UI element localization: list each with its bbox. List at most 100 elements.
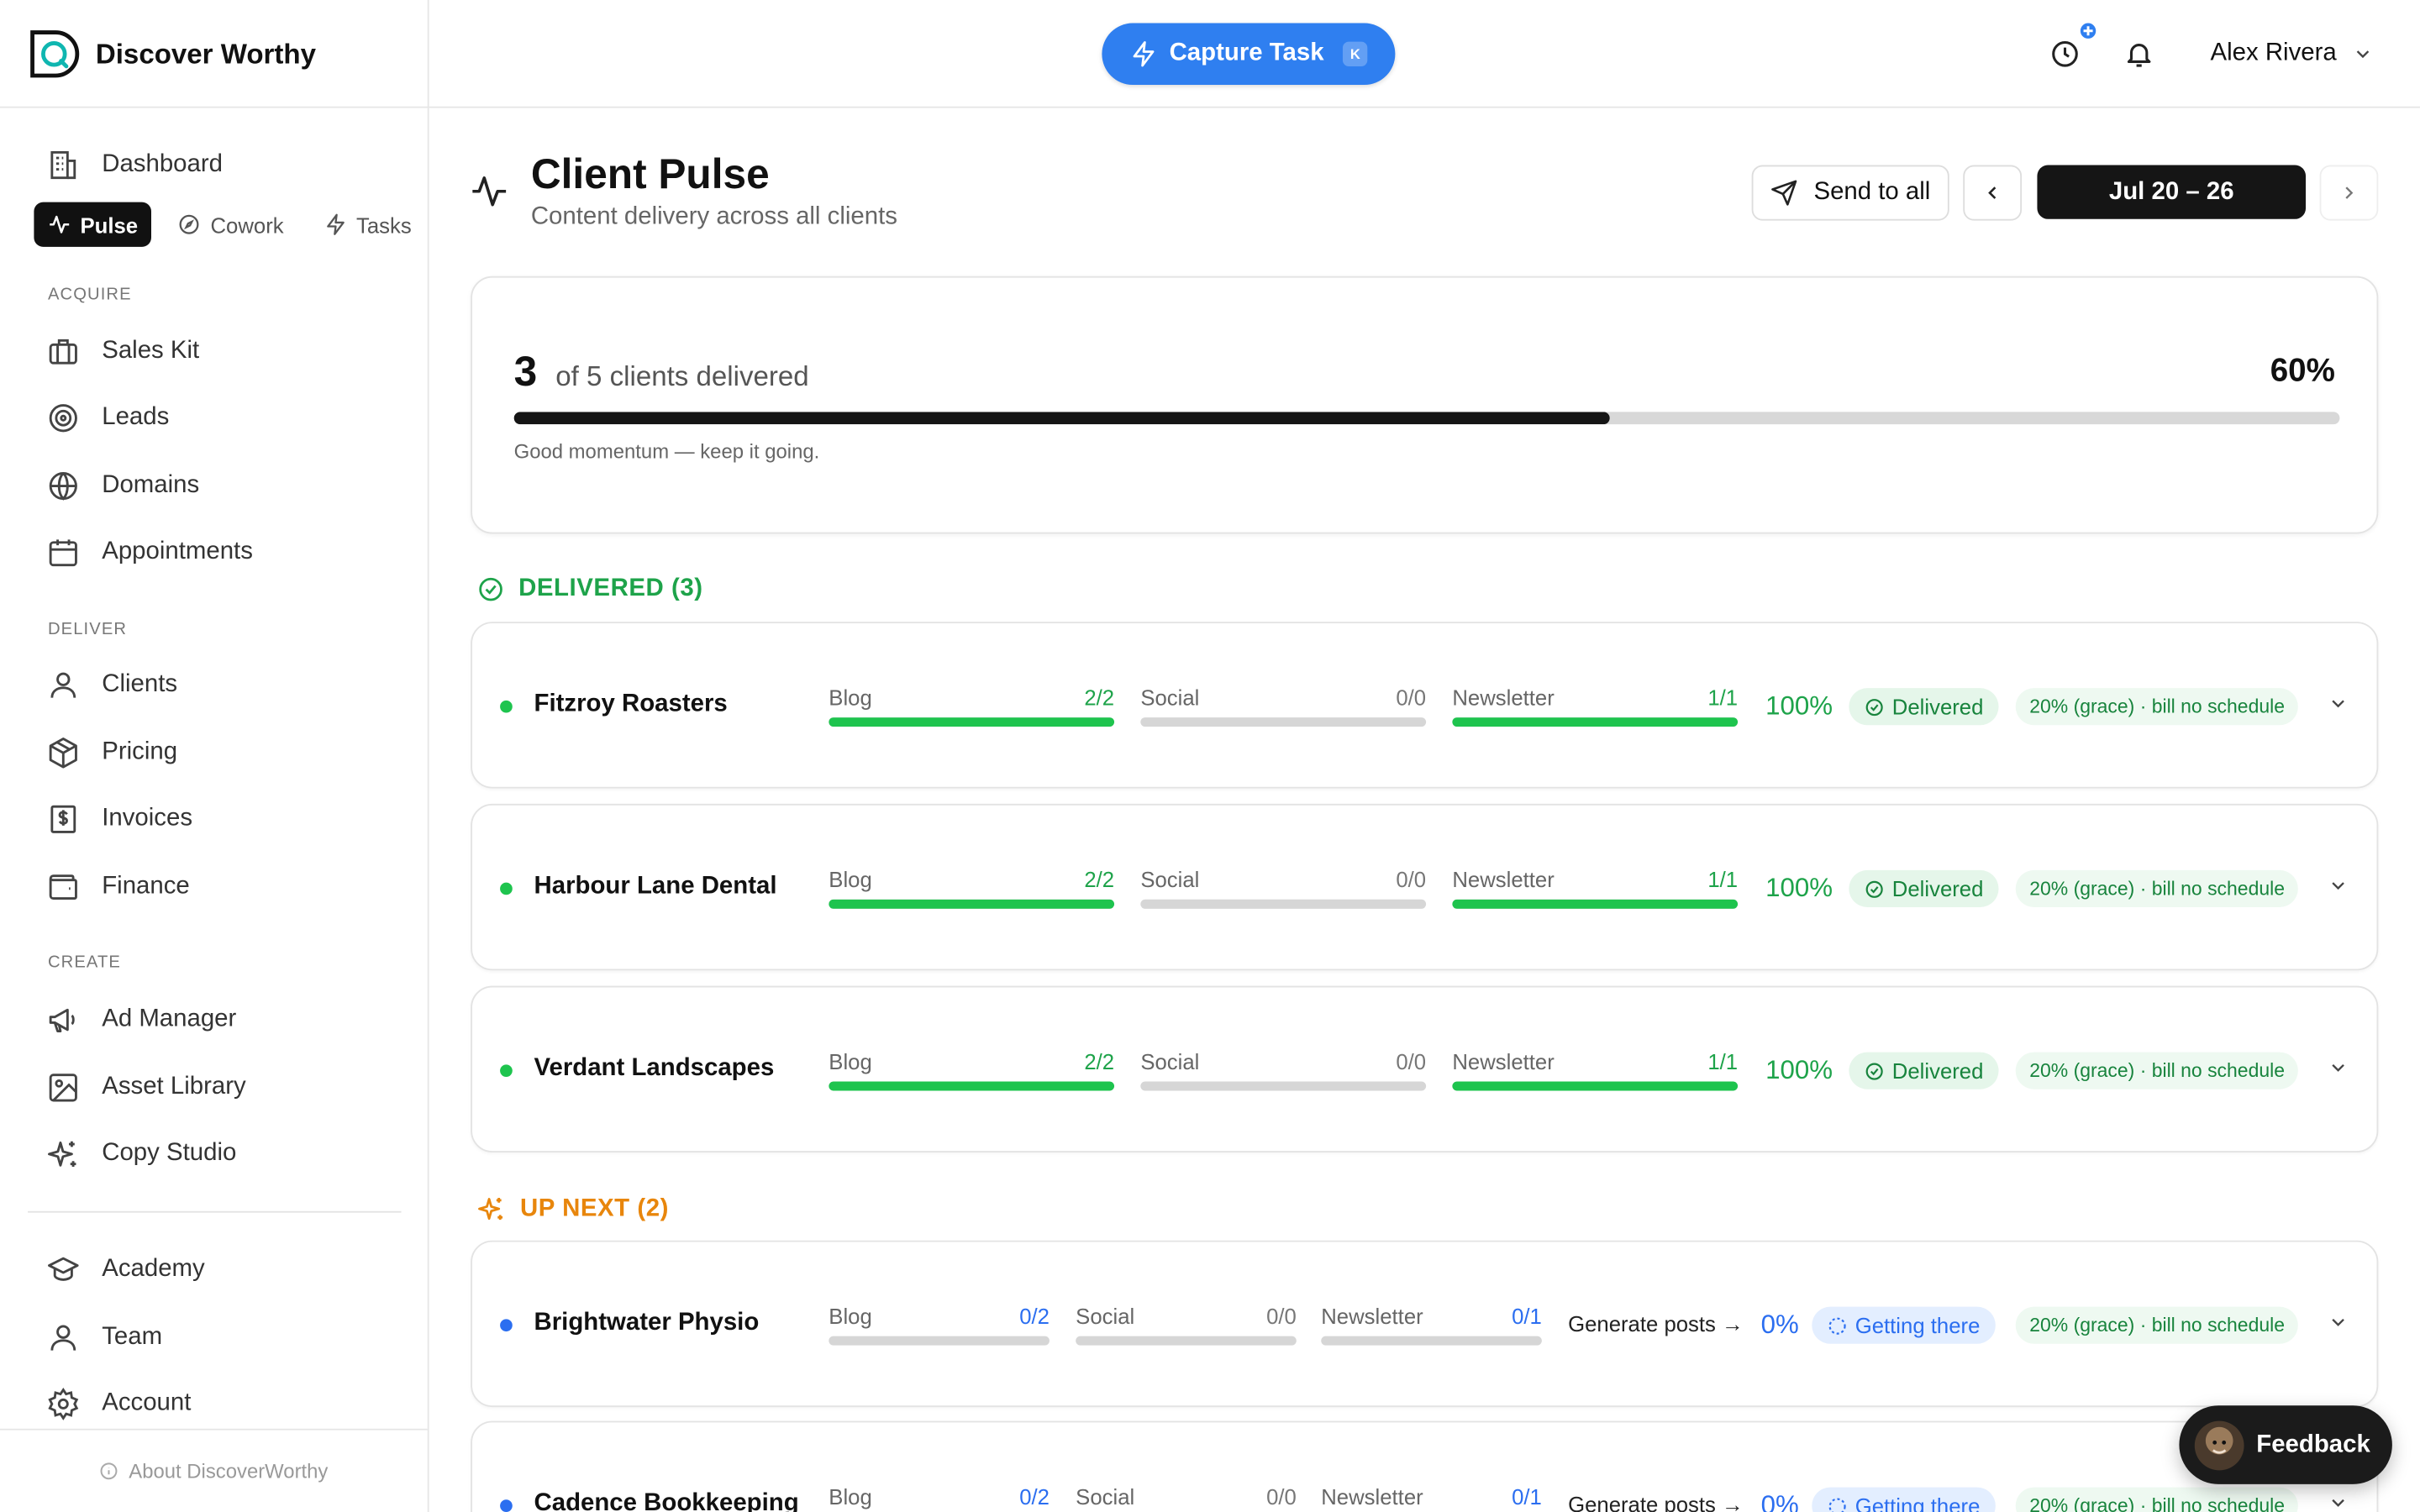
- image-icon: [46, 1071, 80, 1105]
- sidebar-item-sales-kit[interactable]: Sales Kit: [46, 333, 199, 370]
- metric-label: Social: [1076, 1483, 1135, 1509]
- metric: Social 0/0: [1140, 1048, 1427, 1091]
- metric: Newsletter 1/1: [1452, 1049, 1739, 1091]
- metric-progress-bar: [1140, 1081, 1427, 1091]
- wallet-icon: [46, 870, 80, 904]
- metric: Social 0/0: [1140, 867, 1427, 909]
- metric-label: Social: [1140, 1048, 1200, 1074]
- summary-progress-fill: [513, 412, 1610, 425]
- previous-week-button[interactable]: [1963, 165, 2023, 221]
- metric: Blog 0/2: [829, 1304, 1050, 1346]
- gear-icon: [46, 1387, 80, 1420]
- avatar: [2194, 1420, 2244, 1470]
- metric-value: 2/2: [1084, 1048, 1115, 1074]
- brand[interactable]: Discover Worthy: [0, 0, 429, 108]
- sidebar-item-invoices[interactable]: Invoices: [46, 801, 192, 837]
- tab-tasks[interactable]: Tasks: [310, 202, 425, 247]
- logo-icon: [28, 28, 80, 80]
- expand-chevron-icon[interactable]: [2328, 874, 2349, 896]
- metric-value: 2/2: [1084, 867, 1115, 892]
- sidebar-item-team[interactable]: Team: [46, 1319, 162, 1356]
- status-label: Delivered: [1891, 694, 1984, 719]
- sidebar-item-academy[interactable]: Academy: [46, 1252, 205, 1289]
- sidebar-item-asset-library[interactable]: Asset Library: [46, 1069, 246, 1106]
- sidebar-item-account[interactable]: Account: [46, 1385, 191, 1422]
- date-range-button[interactable]: Jul 20 – 26: [2037, 165, 2307, 219]
- metric-label: Social: [1140, 867, 1200, 892]
- group-header-delivered: DELIVERED (3): [477, 575, 703, 603]
- metric-value: 2/2: [1084, 685, 1115, 710]
- sidebar-item-label: Finance: [102, 873, 190, 900]
- sidebar-item-label: Account: [102, 1389, 192, 1417]
- plus-badge-icon[interactable]: [2077, 19, 2100, 42]
- metric-value: 0/0: [1396, 685, 1427, 710]
- metric-value: 0/2: [1019, 1483, 1050, 1509]
- building-icon: [46, 148, 80, 181]
- user-menu[interactable]: Alex Rivera: [2210, 40, 2373, 68]
- clock-button[interactable]: [2047, 19, 2100, 72]
- tab-cowork[interactable]: Cowork: [164, 202, 297, 247]
- expand-chevron-icon[interactable]: [2328, 1492, 2349, 1512]
- expand-chevron-icon[interactable]: [2328, 1057, 2349, 1079]
- section-label-deliver: DELIVER: [47, 620, 128, 639]
- page-header: Client Pulse Content delivery across all…: [469, 151, 897, 232]
- sidebar-item-finance[interactable]: Finance: [46, 869, 190, 906]
- notifications-button[interactable]: [2121, 35, 2158, 72]
- sidebar-item-clients[interactable]: Clients: [46, 666, 177, 703]
- metric: Newsletter 0/1: [1321, 1304, 1542, 1346]
- metric-progress-fill: [829, 717, 1115, 727]
- tab-pulse[interactable]: Pulse: [34, 202, 152, 247]
- pulse-icon: [48, 213, 71, 236]
- client-name: Harbour Lane Dental: [534, 873, 777, 900]
- metric-progress-bar: [1140, 899, 1427, 909]
- user-icon: [46, 668, 80, 701]
- sidebar-item-dashboard[interactable]: Dashboard: [46, 146, 223, 183]
- client-card[interactable]: Cadence Bookkeeping Blog 0/2 Social 0/0 …: [471, 1420, 2379, 1512]
- sidebar-item-pricing[interactable]: Pricing: [46, 734, 177, 771]
- feedback-button[interactable]: Feedback: [2179, 1405, 2392, 1484]
- metric-label: Blog: [829, 1483, 872, 1509]
- expand-chevron-icon[interactable]: [2328, 1311, 2349, 1333]
- status-dot: [500, 1319, 513, 1332]
- chevron-down-icon: [2352, 43, 2374, 65]
- next-week-button[interactable]: [2319, 165, 2379, 221]
- billing-badge: 20% (grace) · bill no schedule: [2015, 1487, 2299, 1512]
- completion-percent: 0%: [1760, 1490, 1799, 1512]
- client-card[interactable]: Verdant Landscapes Blog 2/2 Social 0/0 N…: [471, 985, 2379, 1153]
- client-card[interactable]: Brightwater Physio Blog 0/2 Social 0/0 N…: [471, 1240, 2379, 1408]
- sidebar-item-ad-manager[interactable]: Ad Manager: [46, 1001, 236, 1038]
- metric-progress-bar: [1321, 1336, 1542, 1346]
- group-header-up-next: UP NEXT (2): [477, 1194, 669, 1224]
- client-card[interactable]: Fitzroy Roasters Blog 2/2 Social 0/0 New…: [471, 622, 2379, 789]
- metric-progress-fill: [1452, 1081, 1739, 1091]
- generate-posts-link[interactable]: Generate posts →: [1568, 1311, 1744, 1336]
- chevron-right-icon: [2338, 182, 2360, 204]
- page-subtitle: Content delivery across all clients: [530, 203, 897, 230]
- about-link[interactable]: About DiscoverWorthy: [0, 1428, 428, 1512]
- sidebar-item-leads[interactable]: Leads: [46, 400, 169, 437]
- delivery-summary-card: 3 of 5 clients delivered 60% Good moment…: [471, 276, 2379, 534]
- metric-value: 0/1: [1512, 1483, 1542, 1509]
- check-circle-icon: [477, 575, 505, 603]
- info-icon: [99, 1461, 119, 1481]
- generate-posts-link[interactable]: Generate posts →: [1568, 1492, 1744, 1512]
- sparkles-icon: [477, 1194, 507, 1224]
- user-name: Alex Rivera: [2210, 39, 2337, 66]
- metric-label: Blog: [829, 1304, 872, 1329]
- sidebar-item-appointments[interactable]: Appointments: [46, 533, 253, 570]
- send-to-all-button[interactable]: Send to all: [1751, 165, 1949, 221]
- status-label: Delivered: [1891, 1058, 1984, 1084]
- billing-badge: 20% (grace) · bill no schedule: [2015, 1052, 2299, 1089]
- package-icon: [46, 736, 80, 769]
- lightning-icon: [324, 213, 347, 236]
- delivered-count: 3: [513, 349, 538, 396]
- group-label: UP NEXT (2): [519, 1194, 669, 1221]
- client-card[interactable]: Harbour Lane Dental Blog 2/2 Social 0/0 …: [471, 803, 2379, 971]
- sidebar-item-copy-studio[interactable]: Copy Studio: [46, 1136, 236, 1173]
- expand-chevron-icon[interactable]: [2328, 693, 2349, 715]
- status-dot: [500, 882, 513, 895]
- capture-task-button[interactable]: Capture Task K: [1102, 23, 1396, 86]
- metric-progress-bar: [1452, 717, 1739, 727]
- billing-badge: 20% (grace) · bill no schedule: [2015, 688, 2299, 726]
- sidebar-item-domains[interactable]: Domains: [46, 468, 199, 505]
